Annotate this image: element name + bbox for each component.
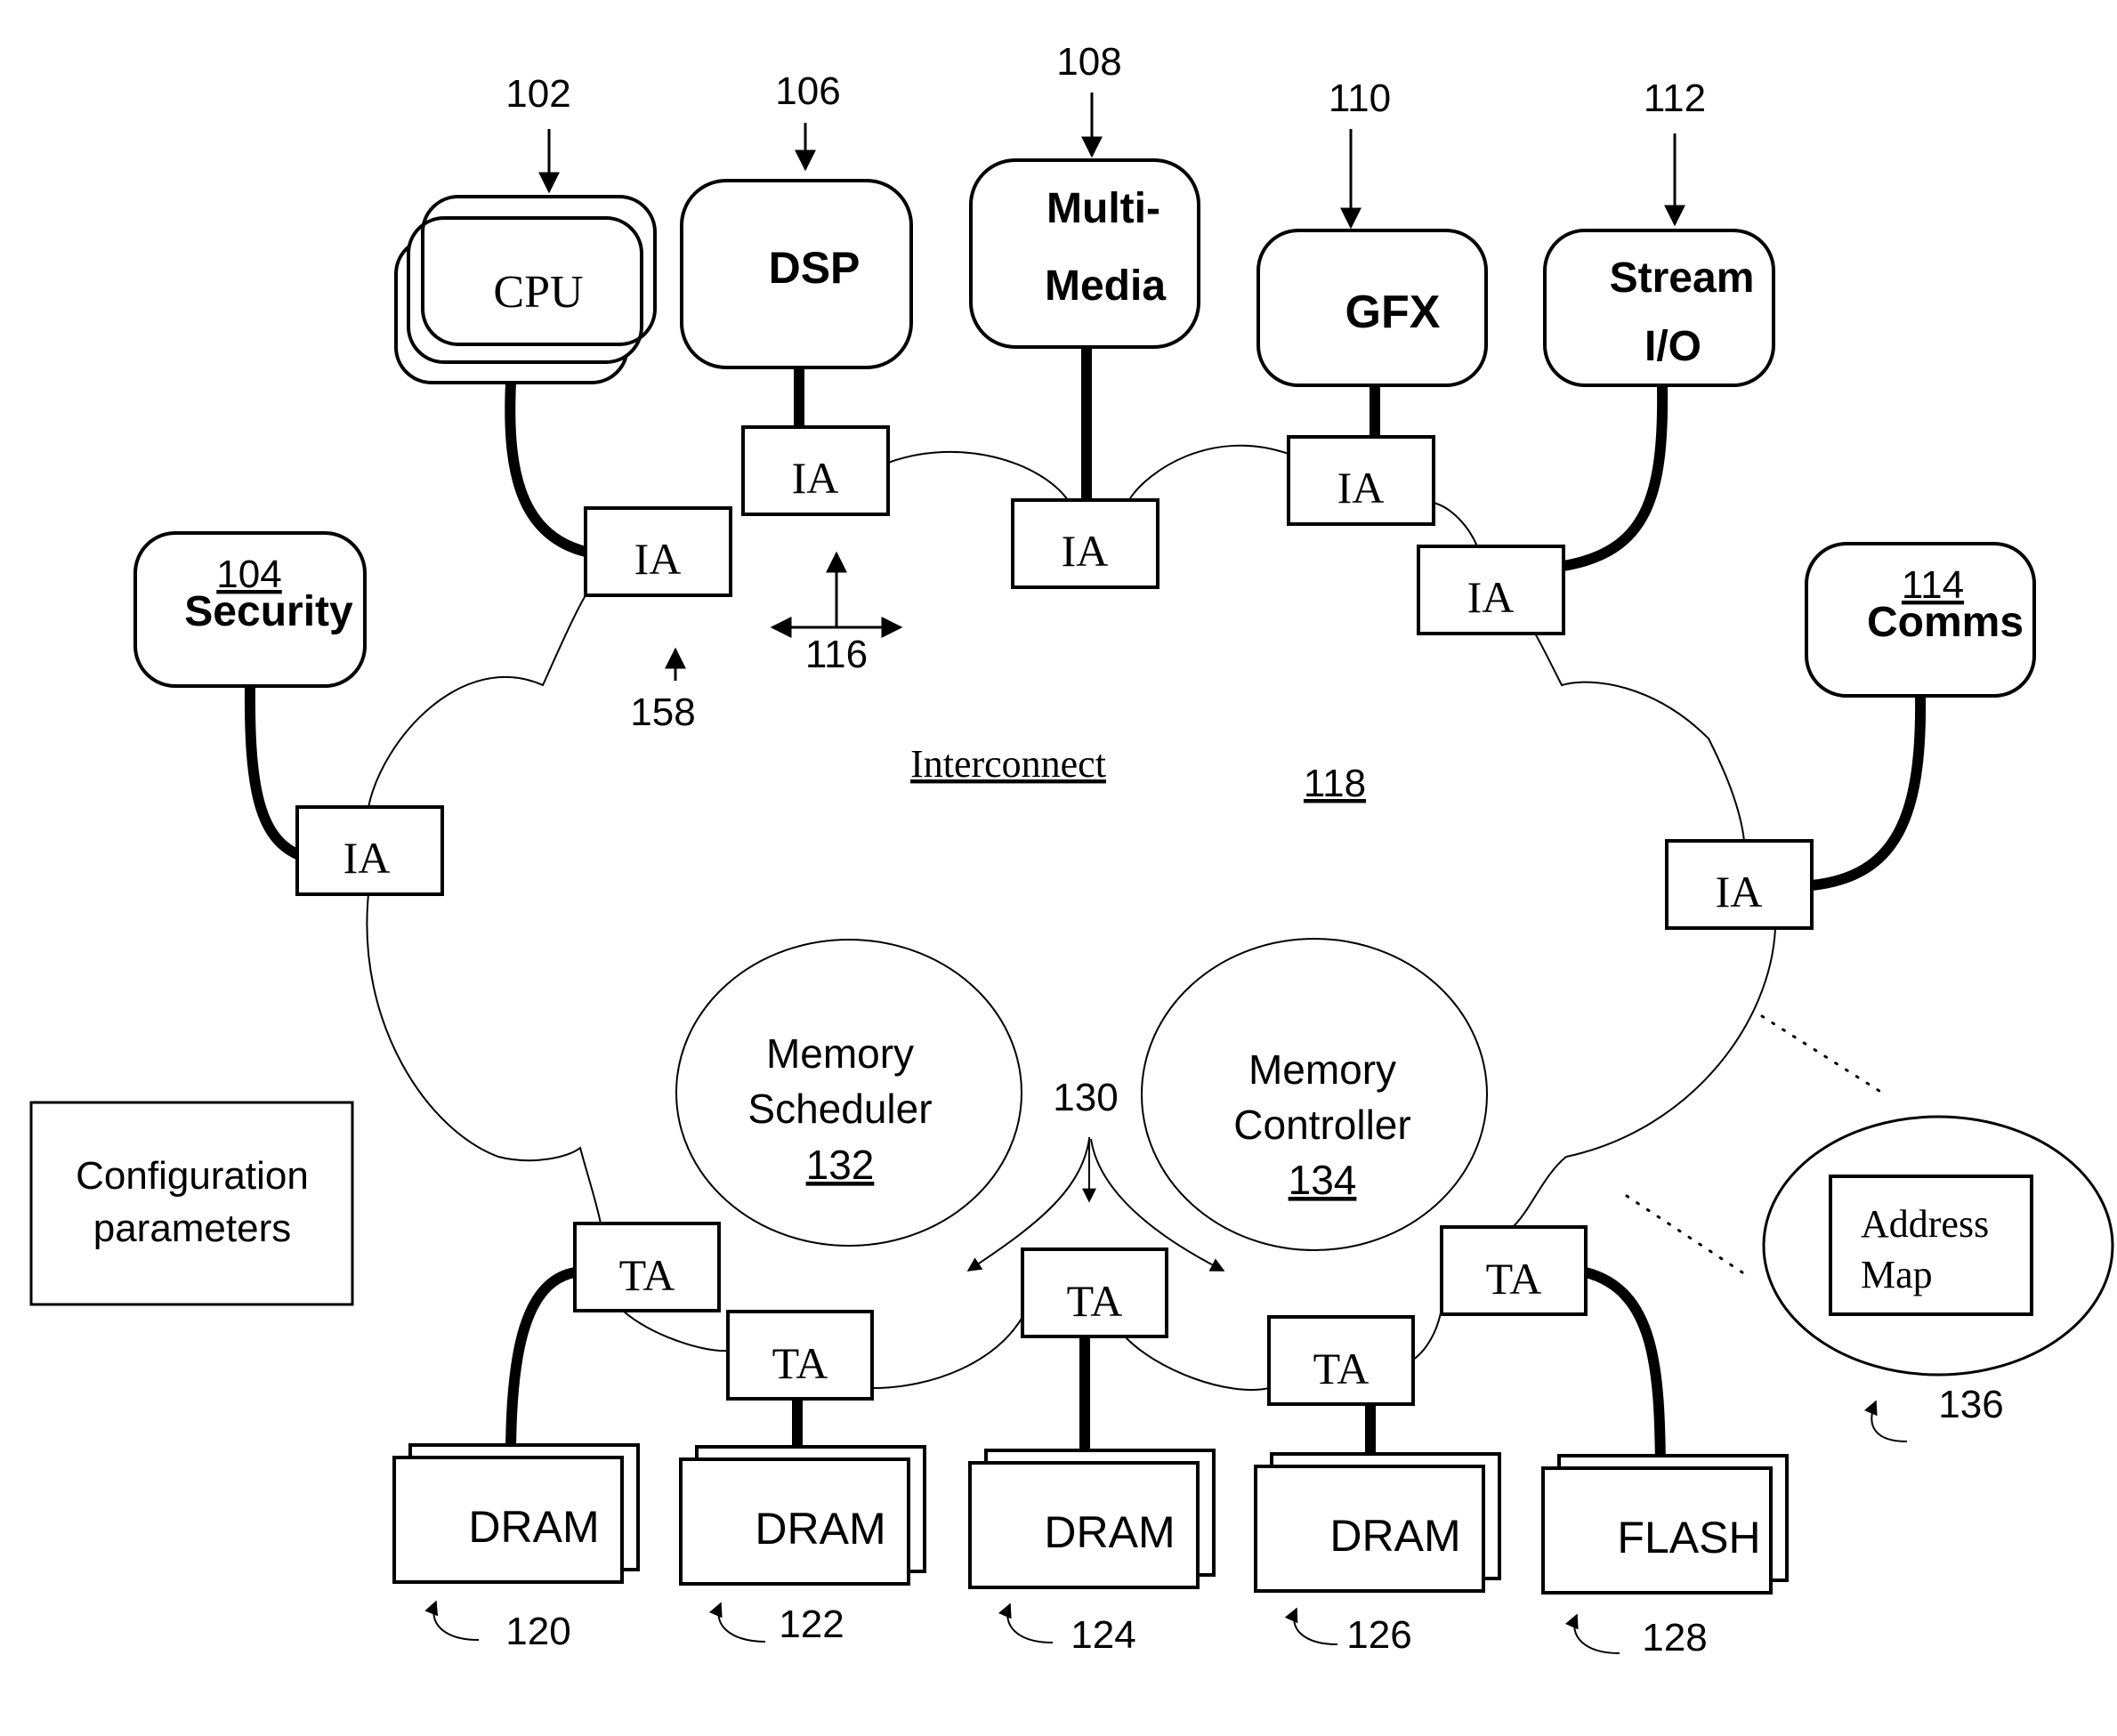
ref-128-indicator: 128	[1564, 1613, 1708, 1659]
wire-cpu	[505, 377, 591, 557]
gfx-block[interactable]: GFX	[1256, 229, 1488, 387]
wire-security	[244, 681, 303, 860]
ia-label: IA	[634, 534, 682, 584]
stream-io-label-2: I/O	[1644, 323, 1701, 370]
ia-cpu[interactable]: IA	[584, 506, 732, 597]
ref-124-indicator: 124	[998, 1603, 1136, 1657]
ia-label: IA	[1337, 463, 1385, 513]
ref-110: 110	[1329, 77, 1391, 120]
ref-122-indicator: 122	[708, 1602, 844, 1646]
ia-label: IA	[343, 833, 391, 883]
ia-security[interactable]: IA	[295, 805, 444, 896]
memory-scheduler[interactable]: Memory Scheduler 132	[675, 939, 1022, 1247]
flash-128[interactable]: FLASH	[1541, 1454, 1789, 1595]
ref-108: 108	[1056, 40, 1121, 84]
ta-126[interactable]: TA	[1267, 1315, 1415, 1406]
ta-label: TA	[619, 1250, 675, 1300]
memory-scheduler-ref: 132	[806, 1142, 875, 1188]
ref-158-indicator: 158	[630, 647, 696, 734]
ta-124[interactable]: TA	[1021, 1247, 1168, 1338]
ref-112: 112	[1644, 77, 1706, 120]
ref-106: 106	[775, 69, 840, 113]
ref-116: 116	[805, 633, 868, 676]
ref-120-indicator: 120	[424, 1600, 571, 1653]
ref-130-indicator: 130	[966, 1076, 1225, 1272]
soc-diagram: CPU 102 DSP 106 Multi- Media 108 GFX 110…	[29, 40, 2114, 1659]
address-map-line1: Address	[1861, 1202, 1989, 1246]
dram-124[interactable]: DRAM	[968, 1449, 1216, 1589]
ref-128: 128	[1642, 1616, 1707, 1659]
memory-controller[interactable]: Memory Controller 134	[1141, 938, 1488, 1251]
ref-136-indicator: 136	[1863, 1383, 2004, 1442]
dram-120-label: DRAM	[468, 1502, 599, 1552]
wire-ta-120	[505, 1267, 580, 1463]
wire-stream-io	[1558, 380, 1669, 571]
ref-130: 130	[1053, 1076, 1118, 1119]
stream-io-label-1: Stream	[1610, 254, 1755, 302]
ta-label: TA	[772, 1338, 828, 1388]
config-line1: Configuration	[76, 1154, 309, 1198]
ia-gfx[interactable]: IA	[1287, 435, 1435, 526]
dsp-block[interactable]: DSP	[680, 179, 913, 369]
ia-label: IA	[1716, 867, 1763, 916]
gfx-label: GFX	[1345, 287, 1441, 338]
config-line2: parameters	[93, 1207, 292, 1250]
ref-136: 136	[1938, 1383, 2003, 1426]
comms-block[interactable]: 114 Comms	[1805, 542, 2036, 698]
ref-124: 124	[1071, 1613, 1135, 1657]
memory-scheduler-line1: Memory	[766, 1030, 914, 1077]
ta-120[interactable]: TA	[573, 1222, 721, 1312]
ref-102: 102	[505, 72, 570, 116]
ia-label: IA	[792, 453, 839, 503]
multimedia-label-1: Multi-	[1046, 185, 1160, 232]
ref-126-indicator: 126	[1284, 1607, 1412, 1657]
dram-122[interactable]: DRAM	[679, 1445, 926, 1586]
security-label: Security	[184, 588, 353, 635]
ia-comms[interactable]: IA	[1665, 839, 1814, 930]
cpu-label: CPU	[493, 267, 583, 318]
ia-label: IA	[1062, 526, 1109, 576]
multimedia-label-2: Media	[1045, 262, 1166, 310]
comms-label: Comms	[1867, 599, 2024, 646]
ref-122: 122	[779, 1603, 844, 1646]
ref-120: 120	[505, 1610, 570, 1653]
wire-ta-128	[1580, 1267, 1666, 1474]
memory-controller-ref: 134	[1289, 1157, 1357, 1203]
dram-124-label: DRAM	[1044, 1507, 1175, 1557]
stream-io-block[interactable]: Stream I/O	[1543, 229, 1775, 387]
dram-126[interactable]: DRAM	[1254, 1452, 1501, 1593]
ref-158: 158	[630, 690, 695, 734]
address-map[interactable]: Address Map	[1762, 1115, 2114, 1377]
address-map-line2: Map	[1861, 1253, 1933, 1296]
ia-multimedia[interactable]: IA	[1011, 498, 1160, 589]
dsp-label: DSP	[769, 243, 861, 293]
wire-comms	[1806, 690, 1927, 891]
dram-126-label: DRAM	[1329, 1511, 1460, 1561]
interconnect-label: Interconnect	[910, 742, 1106, 786]
ta-label: TA	[1486, 1254, 1542, 1304]
memory-controller-line1: Memory	[1248, 1046, 1396, 1093]
cpu-block[interactable]: CPU	[394, 195, 657, 384]
dram-122-label: DRAM	[755, 1504, 885, 1554]
ref-116-indicator: 116	[770, 551, 903, 676]
flash-128-label: FLASH	[1617, 1513, 1760, 1562]
ia-label: IA	[1467, 572, 1515, 622]
ref-126: 126	[1346, 1613, 1411, 1657]
interconnect-ref: 118	[1304, 762, 1366, 805]
ta-label: TA	[1067, 1276, 1123, 1326]
memory-controller-line2: Controller	[1233, 1102, 1410, 1148]
memory-scheduler-line2: Scheduler	[747, 1086, 932, 1132]
ta-122[interactable]: TA	[726, 1310, 874, 1401]
ta-label: TA	[1313, 1344, 1370, 1393]
dram-120[interactable]: DRAM	[392, 1443, 640, 1584]
security-block[interactable]: 104 Security	[133, 531, 367, 688]
multimedia-block[interactable]: Multi- Media	[969, 158, 1200, 349]
ta-128[interactable]: TA	[1440, 1225, 1588, 1316]
ia-stream-io[interactable]: IA	[1417, 545, 1565, 635]
ia-dsp[interactable]: IA	[741, 425, 890, 516]
config-parameters-box[interactable]: Configuration parameters	[29, 1101, 354, 1306]
